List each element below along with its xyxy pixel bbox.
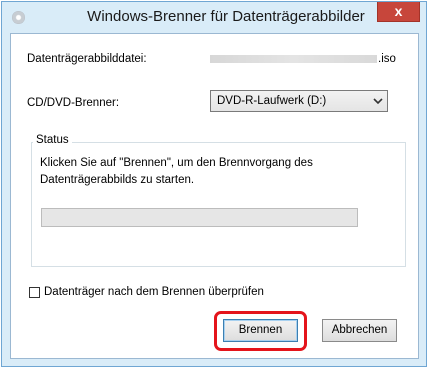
close-button[interactable]: x: [377, 2, 420, 22]
progress-bar: [41, 208, 358, 227]
burner-dropdown[interactable]: DVD-R-Laufwerk (D:): [210, 90, 388, 112]
chevron-down-icon: [373, 98, 383, 105]
burner-selected-value: DVD-R-Laufwerk (D:): [217, 95, 327, 107]
file-path-redacted: [210, 55, 377, 63]
status-group-title: Status: [33, 134, 72, 146]
close-icon: x: [394, 3, 403, 19]
status-message-line-2: Datenträgerabbilds zu starten.: [40, 174, 195, 186]
verify-checkbox-label[interactable]: Datenträger nach dem Brennen überprüfen: [44, 286, 264, 298]
dialog-window: Windows-Brenner für Datenträgerabbilder …: [1, 1, 427, 367]
window-title: Windows-Brenner für Datenträgerabbilder: [87, 8, 365, 25]
burner-label: CD/DVD-Brenner:: [27, 97, 120, 109]
file-extension: .iso: [378, 53, 396, 65]
status-message: Klicken Sie auf "Brennen", um den Brennv…: [40, 155, 340, 189]
file-label: Datenträgerabbilddatei:: [27, 53, 147, 65]
cancel-button[interactable]: Abbrechen: [322, 319, 397, 342]
dialog-content: Datenträgerabbilddatei: .iso CD/DVD-Bren…: [10, 33, 419, 359]
title-bar[interactable]: Windows-Brenner für Datenträgerabbilder …: [2, 2, 426, 32]
verify-checkbox[interactable]: [29, 287, 40, 298]
burn-button-highlight: [214, 311, 307, 351]
status-message-line-1: Klicken Sie auf "Brennen", um den Brennv…: [40, 157, 313, 169]
